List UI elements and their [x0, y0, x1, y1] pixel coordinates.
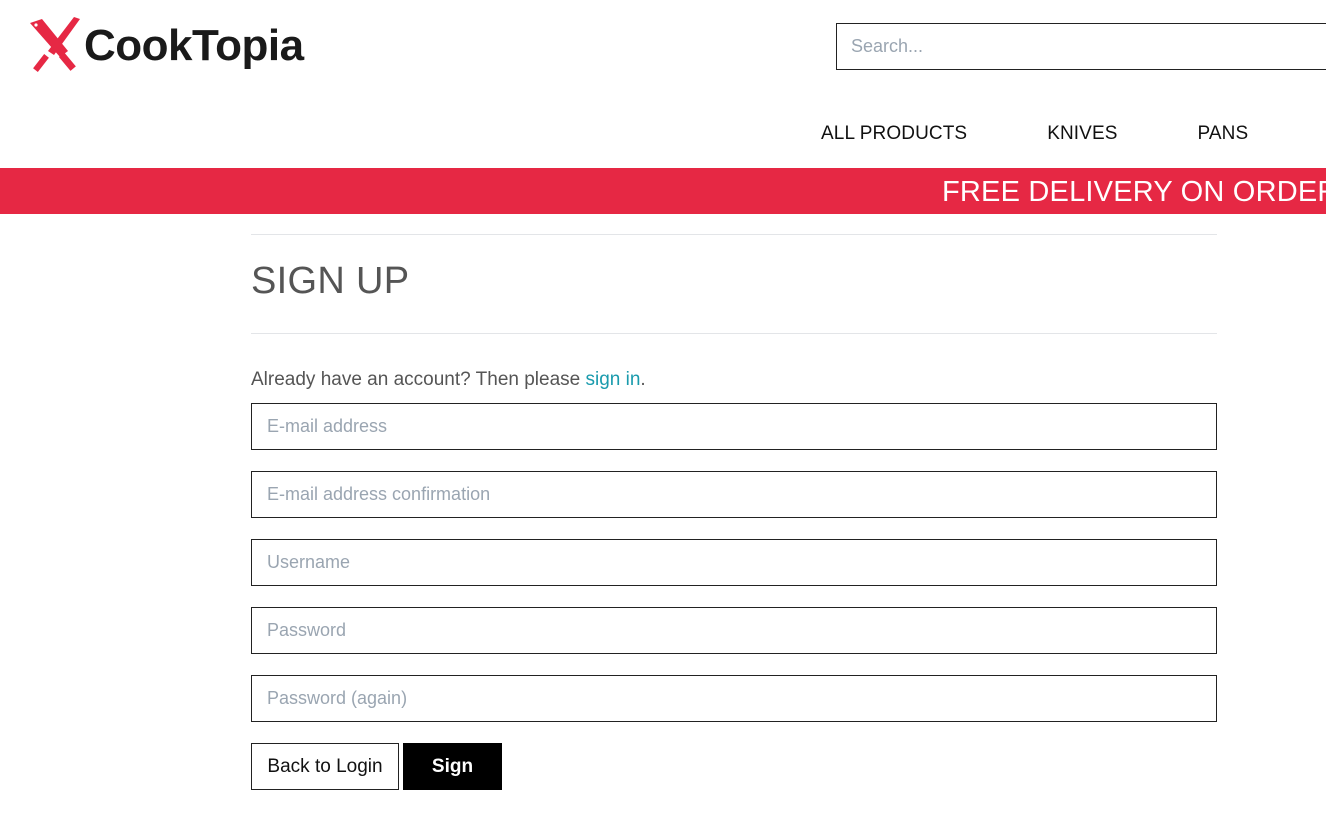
- main-nav: ALL PRODUCTS KNIVES PANS: [821, 120, 1248, 148]
- search-input[interactable]: [836, 23, 1326, 70]
- crossed-knives-icon: [30, 17, 80, 72]
- signup-section: SIGN UP Already have an account? Then pl…: [251, 234, 1217, 822]
- promo-text: FREE DELIVERY ON ORDERS: [942, 176, 1326, 208]
- sign-up-button[interactable]: Sign Up: [403, 743, 502, 822]
- page: CookTopia ALL PRODUCTS KNIVES PANS FREE …: [0, 0, 1326, 828]
- signin-link[interactable]: sign in: [586, 369, 641, 390]
- signup-form: Back to Login Sign Up: [251, 403, 1217, 822]
- email-field[interactable]: [251, 403, 1217, 450]
- signin-prompt-suffix: .: [640, 369, 646, 390]
- site-logo[interactable]: CookTopia: [28, 16, 304, 74]
- promo-banner: FREE DELIVERY ON ORDERS: [0, 168, 1326, 214]
- page-title: SIGN UP: [251, 260, 410, 302]
- signin-prompt: Already have an account? Then please sig…: [251, 368, 1217, 392]
- nav-pans[interactable]: PANS: [1198, 123, 1249, 145]
- email-confirm-field[interactable]: [251, 471, 1217, 518]
- back-to-login-button[interactable]: Back to Login: [251, 743, 399, 790]
- password-again-field[interactable]: [251, 675, 1217, 722]
- signin-prompt-text: Already have an account? Then please: [251, 369, 586, 390]
- form-actions: Back to Login Sign Up: [251, 743, 1217, 822]
- password-field[interactable]: [251, 607, 1217, 654]
- brand-name: CookTopia: [84, 21, 304, 70]
- nav-knives[interactable]: KNIVES: [1047, 123, 1117, 145]
- nav-all-products[interactable]: ALL PRODUCTS: [821, 123, 967, 145]
- username-field[interactable]: [251, 539, 1217, 586]
- divider-bottom: [251, 333, 1217, 334]
